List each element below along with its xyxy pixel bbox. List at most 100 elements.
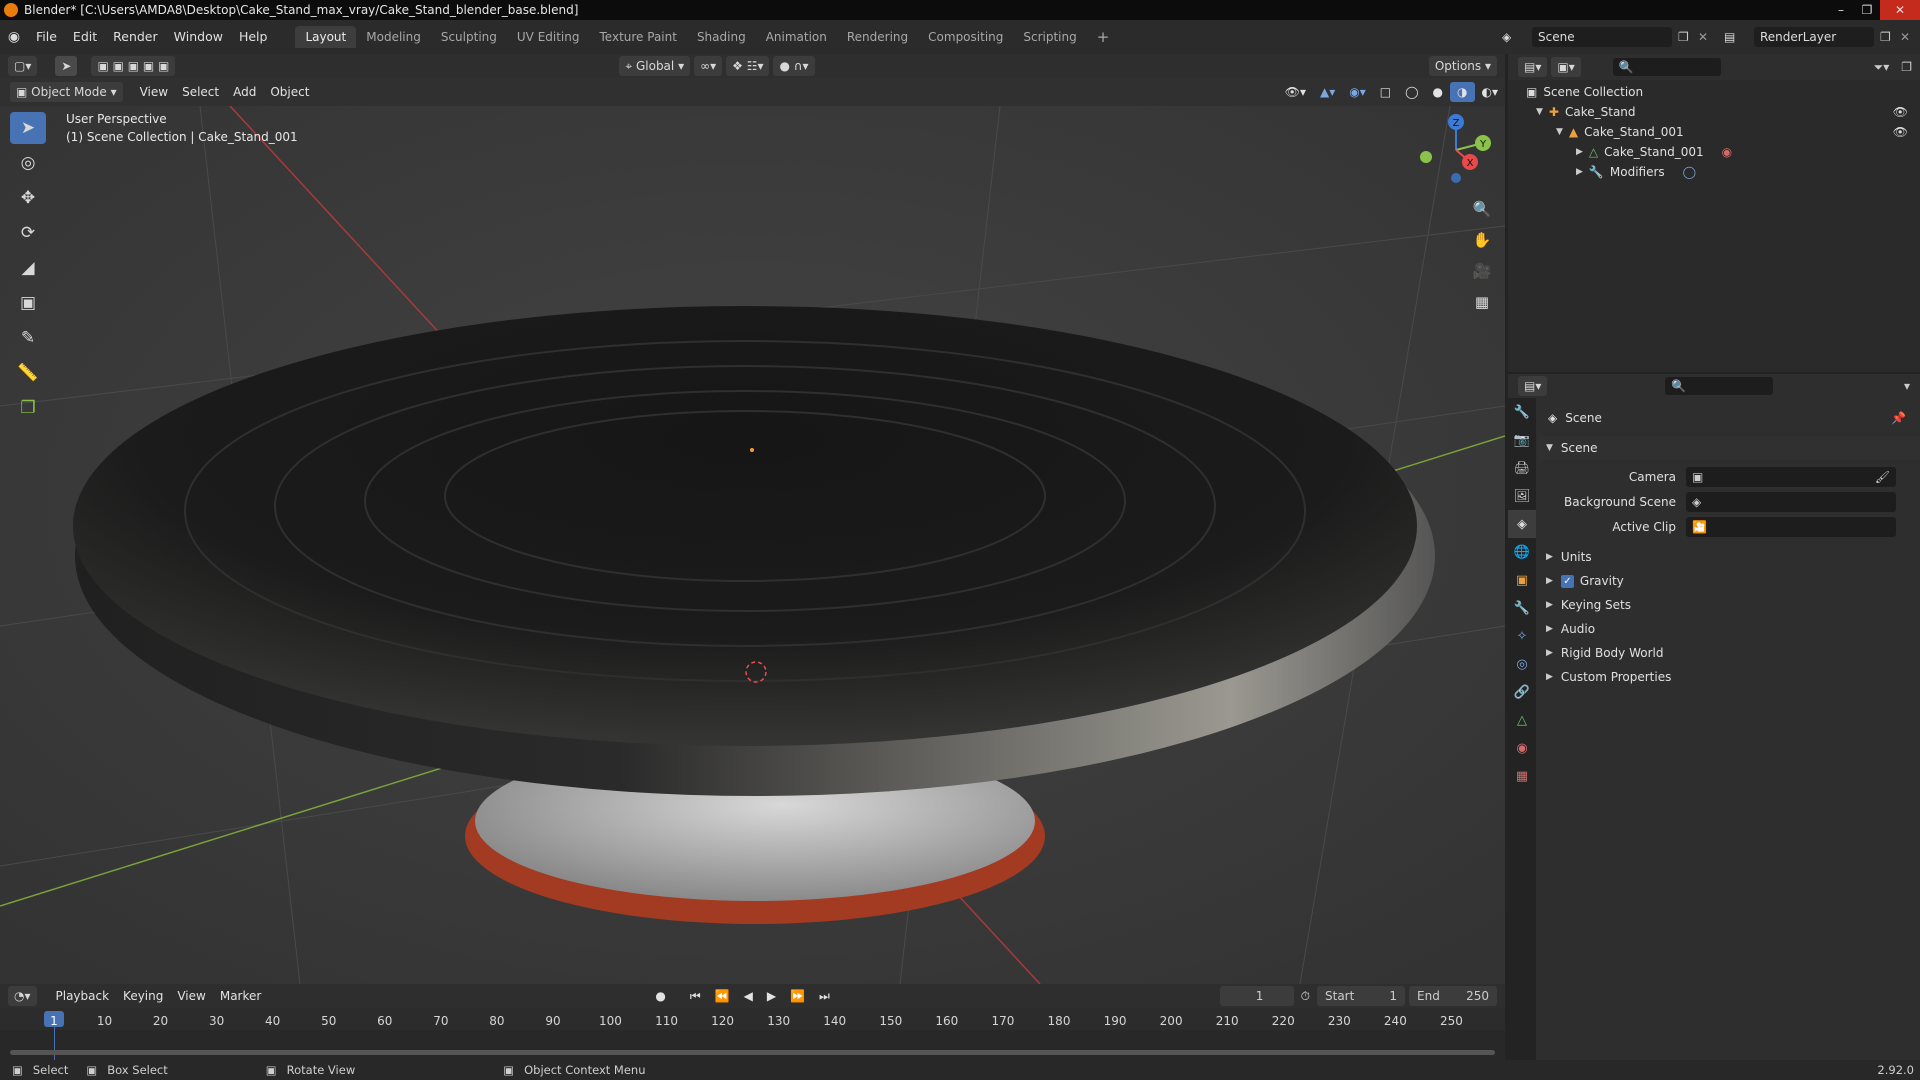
properties-editor-type-icon[interactable]: ▤▾ (1518, 376, 1548, 396)
properties-options-icon[interactable]: ▾ (1904, 379, 1910, 393)
play-icon[interactable]: ▶ (760, 986, 783, 1006)
annotate-tool-icon[interactable]: ✎ (10, 322, 46, 354)
shading-material-icon[interactable]: ◑ (1450, 82, 1475, 102)
zoom-icon[interactable]: 🔍 (1468, 195, 1496, 223)
add-cube-tool-icon[interactable]: ❐ (10, 392, 46, 424)
remove-view-layer-icon[interactable]: ✕ (1900, 30, 1920, 44)
gizmo-neg-z-handle[interactable] (1451, 173, 1461, 183)
timeline-menu-view[interactable]: View (170, 986, 212, 1006)
minimize-icon[interactable]: – (1828, 0, 1854, 20)
audio-panel-header[interactable]: ▶ Audio (1538, 617, 1920, 641)
timeline-menu-marker[interactable]: Marker (213, 986, 268, 1006)
background-scene-field[interactable]: ◈ (1686, 492, 1896, 512)
tab-uv-editing[interactable]: UV Editing (507, 26, 590, 48)
tab-rendering[interactable]: Rendering (837, 26, 918, 48)
menu-help[interactable]: Help (231, 26, 276, 48)
eye-icon[interactable]: 👁 (1893, 125, 1908, 139)
overlay-icon[interactable]: ◉▾ (1342, 82, 1373, 102)
menu-render[interactable]: Render (105, 26, 166, 48)
play-reverse-icon[interactable]: ◀ (737, 986, 760, 1006)
add-workspace-button[interactable]: + (1087, 26, 1120, 48)
tab-texture-paint[interactable]: Texture Paint (590, 26, 687, 48)
tab-sculpting[interactable]: Sculpting (431, 26, 507, 48)
units-panel-header[interactable]: ▶ Units (1538, 545, 1920, 569)
outliner-row-modifiers[interactable]: ▶ 🔧 Modifiers ◯ (1508, 162, 1920, 182)
display-mode-icon[interactable]: ▣▾ (1551, 57, 1581, 77)
tab-compositing[interactable]: Compositing (918, 26, 1013, 48)
viewport-canvas[interactable]: Z Y X (0, 106, 1505, 984)
tab-modeling[interactable]: Modeling (356, 26, 431, 48)
rotate-tool-icon[interactable]: ⟳ (10, 217, 46, 249)
pin-icon[interactable]: 📌 (1891, 411, 1906, 425)
jump-start-icon[interactable]: ⏮ (683, 986, 708, 1006)
options-dropdown[interactable]: Options ▾ (1428, 56, 1497, 76)
menu-edit[interactable]: Edit (65, 26, 105, 48)
timeline[interactable]: 1 10 20 30 40 50 60 70 80 90 100 110 120 130 140 150 160… (0, 1008, 1505, 1060)
camera-view-icon[interactable]: 🎥 (1468, 257, 1496, 285)
gravity-panel-header[interactable]: ▶ ✓ Gravity (1538, 569, 1920, 593)
active-clip-field[interactable]: 🎦 (1686, 517, 1896, 537)
menu-file[interactable]: File (28, 26, 65, 48)
record-icon[interactable]: ● (648, 986, 672, 1006)
tab-animation[interactable]: Animation (756, 26, 837, 48)
select-box-tool-icon[interactable]: ➤ (10, 112, 46, 144)
view-layer-selector[interactable]: RenderLayer (1754, 27, 1874, 47)
maximize-icon[interactable]: ❐ (1854, 0, 1880, 20)
menu-window[interactable]: Window (166, 26, 231, 48)
tab-render-icon[interactable]: 📷 (1508, 426, 1536, 454)
tab-shading[interactable]: Shading (687, 26, 756, 48)
new-collection-icon[interactable]: ❐ (1901, 60, 1912, 74)
outliner-search-input[interactable]: 🔍 (1612, 58, 1721, 76)
scene-icon[interactable]: ◈ (1502, 30, 1532, 44)
outliner-row-cake-stand-001-object[interactable]: ▼ ▲ Cake_Stand_001 👁 (1508, 122, 1920, 142)
tab-particles-icon[interactable]: ✧ (1508, 622, 1536, 650)
tab-texture-icon[interactable]: ▦ (1508, 762, 1536, 790)
eyedropper-icon[interactable]: 🖌 (1875, 470, 1890, 484)
properties-search-input[interactable]: 🔍 (1665, 377, 1774, 395)
stopwatch-icon[interactable]: ⏱ (1294, 986, 1317, 1006)
blender-menu-icon[interactable]: ◉ (0, 29, 28, 45)
end-frame-field[interactable]: End 250 (1409, 986, 1497, 1006)
tab-physics-icon[interactable]: ◎ (1508, 650, 1536, 678)
tab-material-icon[interactable]: ◉ (1508, 734, 1536, 762)
timeline-menu-playback[interactable]: Playback (49, 986, 117, 1006)
editor-type-icon[interactable]: ▢▾ (8, 56, 38, 76)
tab-tool-icon[interactable]: 🔧 (1508, 398, 1536, 426)
eye-icon[interactable]: 👁 (1893, 105, 1908, 119)
viewport-menu-view[interactable]: View (133, 82, 175, 102)
shading-wireframe-icon[interactable]: ◯ (1398, 82, 1425, 102)
tab-modifier-icon[interactable]: 🔧 (1508, 594, 1536, 622)
viewport-menu-select[interactable]: Select (175, 82, 226, 102)
expand-arrow-icon[interactable]: ▼ (1556, 127, 1563, 137)
outliner-row-cake-stand-001-mesh[interactable]: ▶ △ Cake_Stand_001 ◉ (1508, 142, 1920, 162)
jump-keyframe-forward-icon[interactable]: ⏩ (783, 986, 812, 1006)
selection-mode-icons[interactable]: ▣ ▣ ▣ ▣ ▣ (91, 56, 176, 76)
outliner[interactable]: ▤▾ ▣▾ 🔍 ⏷▾ ❐ ▣ Scene Collection ▼ ✚ Cake… (1508, 54, 1920, 372)
start-frame-field[interactable]: Start 1 (1317, 986, 1405, 1006)
3d-viewport[interactable]: Z Y X (0, 106, 1505, 984)
snap-icon[interactable]: ❖ ☷▾ (726, 56, 770, 76)
viewport-menu-object[interactable]: Object (263, 82, 316, 102)
measure-tool-icon[interactable]: 📏 (10, 357, 46, 389)
tab-output-icon[interactable]: 🖨 (1508, 454, 1536, 482)
scene-selector[interactable]: Scene (1532, 27, 1672, 47)
pan-hand-icon[interactable]: ✋ (1468, 226, 1496, 254)
shading-solid-icon[interactable]: ● (1426, 82, 1450, 102)
gravity-checkbox[interactable]: ✓ (1560, 574, 1574, 588)
timeline-menu-keying[interactable]: Keying (116, 986, 170, 1006)
new-view-layer-icon[interactable]: ❐ (1880, 30, 1900, 44)
outliner-row-cake-stand[interactable]: ▼ ✚ Cake_Stand 👁 (1508, 102, 1920, 122)
scale-tool-icon[interactable]: ◢ (10, 252, 46, 284)
scene-panel-header[interactable]: ▼ Scene (1538, 436, 1920, 460)
select-tool-icon[interactable]: ➤ (55, 56, 78, 76)
xray-icon[interactable]: □ (1373, 82, 1398, 102)
collapse-arrow-icon[interactable]: ▶ (1576, 147, 1583, 157)
material-icon[interactable]: ◉ (1722, 145, 1732, 159)
tab-object-icon[interactable]: ▣ (1508, 566, 1536, 594)
proportional-edit-icon[interactable]: ● ∩▾ (773, 56, 815, 76)
jump-end-icon[interactable]: ⏭ (812, 986, 837, 1006)
gizmo-icon[interactable]: ▲▾ (1313, 82, 1342, 102)
timeline-editor-type-icon[interactable]: ◔▾ (8, 986, 37, 1006)
tab-data-icon[interactable]: △ (1508, 706, 1536, 734)
remove-scene-icon[interactable]: ✕ (1698, 30, 1718, 44)
